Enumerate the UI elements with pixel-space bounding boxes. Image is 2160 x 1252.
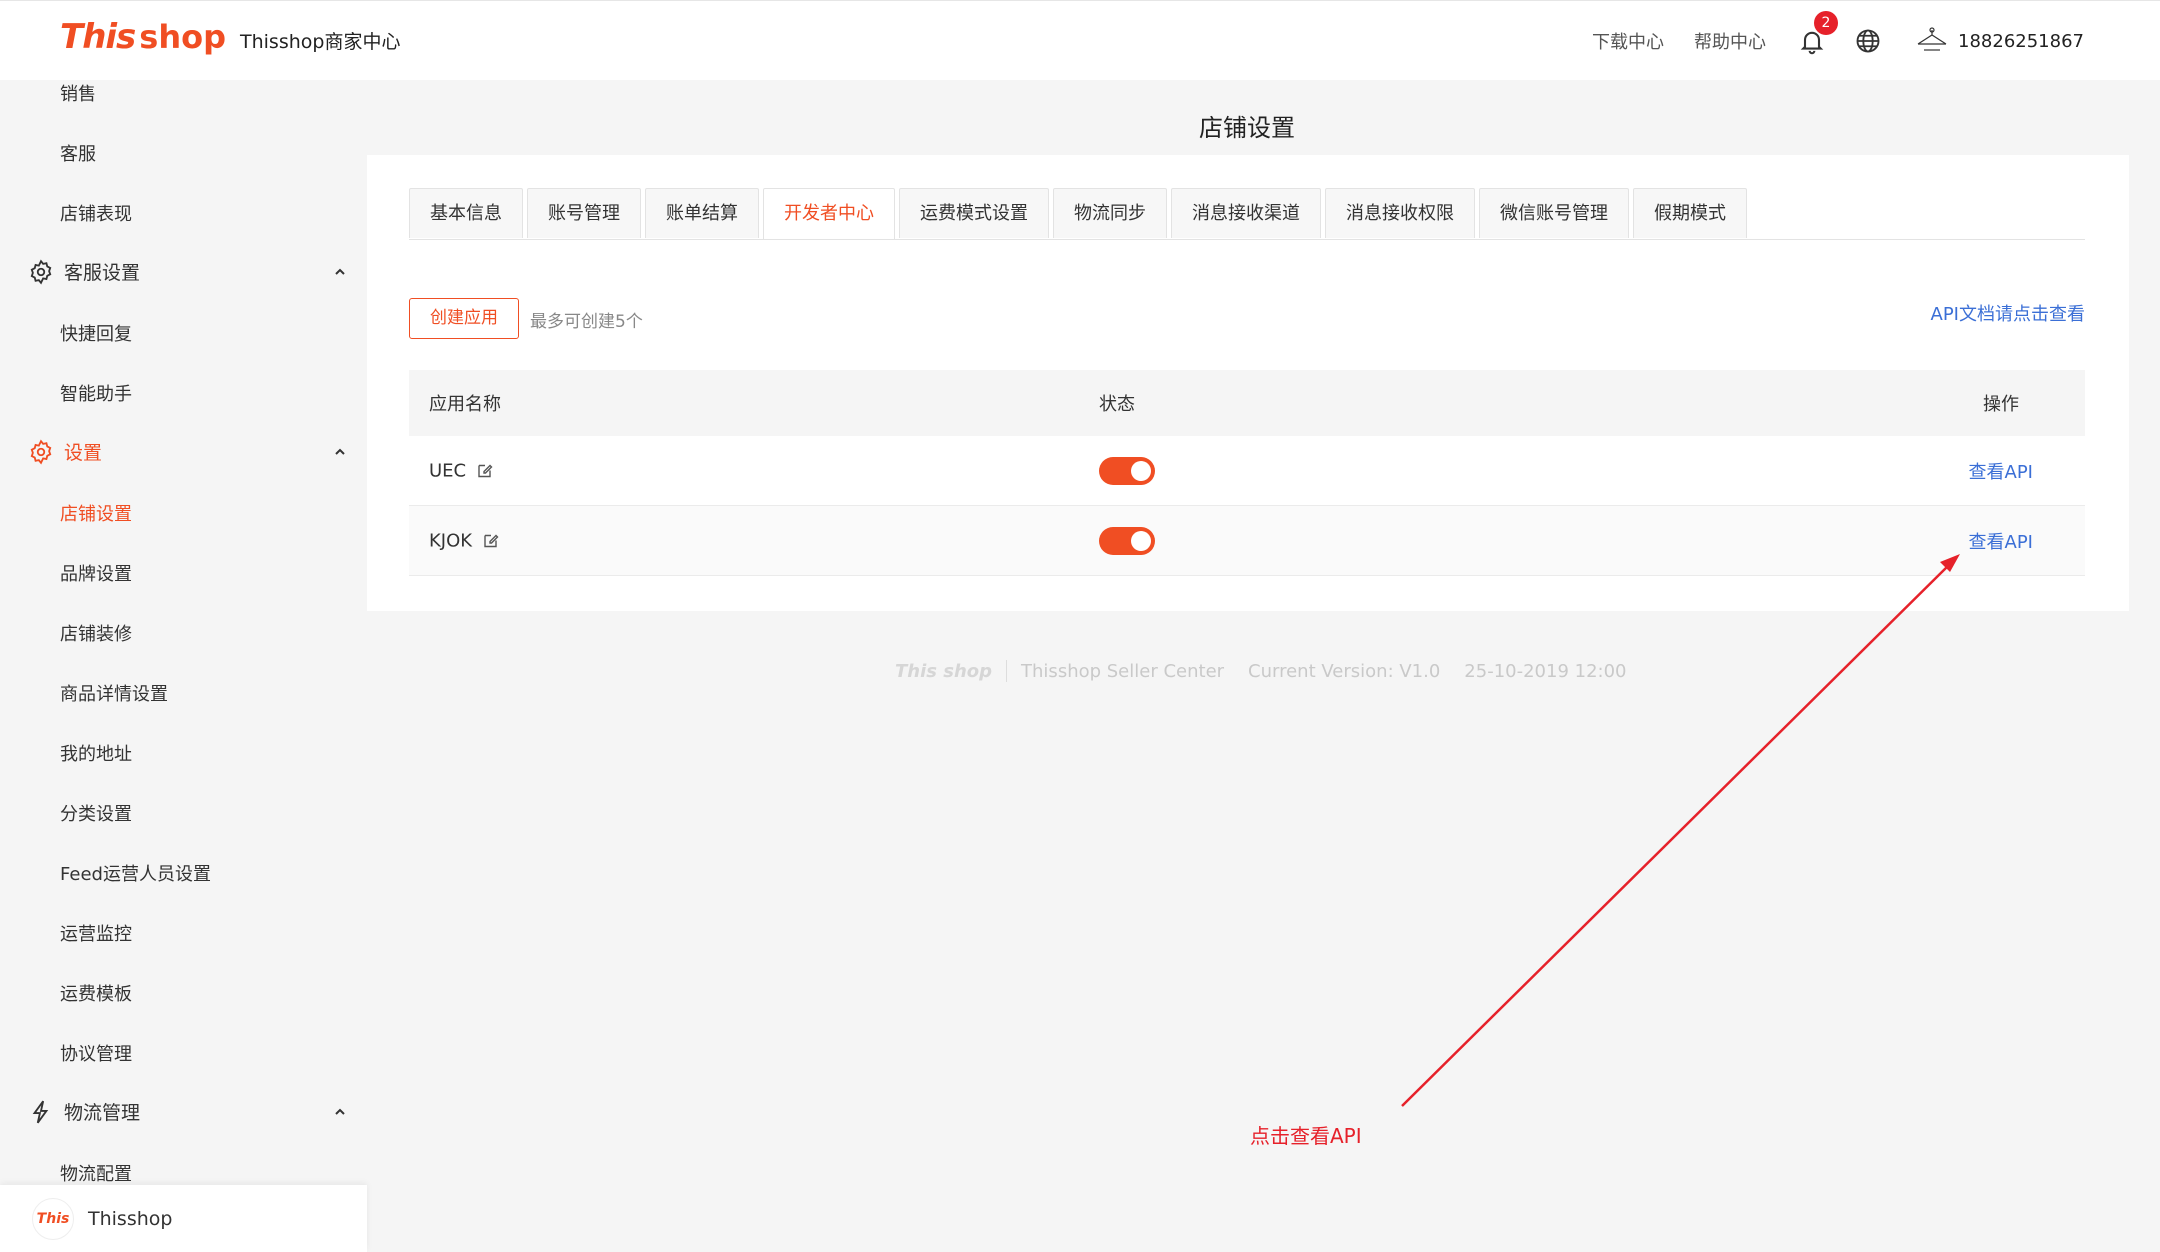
footer-version: Current Version: V1.0 (1248, 660, 1441, 682)
apps-table: 应用名称 状态 操作 UEC 查看API KJOK 查看API (409, 370, 2085, 576)
view-api-link-text[interactable]: 查看API (1969, 532, 2033, 553)
tab-account-management[interactable]: 账号管理 (527, 188, 641, 238)
table-row: KJOK 查看API (409, 506, 2085, 576)
sidebar-item-product-detail-settings[interactable]: 商品详情设置 (60, 680, 168, 706)
sidebar-group-label: 物流管理 (64, 1102, 141, 1124)
brand-title: Thisshop商家中心 (240, 31, 401, 53)
top-header: This shop Thisshop商家中心 下载中心 帮助中心 2 18826… (0, 0, 2160, 80)
app-name-cell: UEC (429, 460, 494, 481)
help-center-link[interactable]: 帮助中心 (1694, 28, 1766, 54)
notification-bell-icon[interactable]: 2 (1798, 11, 1839, 55)
sidebar-item-customer-service[interactable]: 客服 (60, 140, 96, 166)
edit-icon[interactable] (476, 462, 494, 480)
status-cell (1099, 526, 1155, 555)
store-avatar-icon (1917, 27, 1947, 51)
create-app-button[interactable]: 创建应用 (409, 298, 519, 339)
sidebar-store-switcher[interactable]: This Thisshop (0, 1185, 367, 1252)
tab-developer-center[interactable]: 开发者中心 (763, 188, 895, 240)
view-api-link-text[interactable]: 查看API (1969, 462, 2033, 483)
store-logo: This (32, 1197, 74, 1240)
store-logo-text: This (36, 1210, 70, 1227)
tab-basic-info[interactable]: 基本信息 (409, 188, 523, 238)
app-name: KJOK (429, 530, 473, 551)
username: 18826251867 (1958, 30, 2084, 52)
view-api-link[interactable]: 查看API (1969, 528, 2033, 554)
tab-shipping-mode-settings[interactable]: 运费模式设置 (899, 188, 1049, 238)
app-name: UEC (429, 460, 467, 481)
tab-vacation-mode[interactable]: 假期模式 (1633, 188, 1747, 238)
notification-badge: 2 (1814, 11, 1839, 35)
status-cell (1099, 456, 1155, 485)
gear-icon (30, 258, 52, 285)
annotation-text: 点击查看API (1250, 1124, 1362, 1148)
footer-logo: This shop (895, 660, 993, 682)
sidebar-item-brand-settings[interactable]: 品牌设置 (60, 560, 132, 586)
sidebar-item-logistics-config[interactable]: 物流配置 (60, 1160, 132, 1186)
sidebar-item-my-address[interactable]: 我的地址 (60, 740, 132, 766)
footer-date: 25-10-2019 12:00 (1464, 660, 1627, 682)
header-app-name: 应用名称 (429, 394, 501, 415)
table-row: UEC 查看API (409, 436, 2085, 506)
logo-this-text: This (60, 17, 136, 57)
logo-shop-text: shop (139, 18, 227, 56)
sidebar-item-quick-reply[interactable]: 快捷回复 (60, 320, 132, 346)
header-actions: 下载中心 帮助中心 2 18826251867 (1562, 1, 2084, 81)
chevron-up-icon (335, 1108, 345, 1115)
sidebar-item-sales[interactable]: 销售 (60, 80, 96, 106)
sidebar-group-settings[interactable]: 设置 (28, 438, 348, 465)
tab-wechat-account[interactable]: 微信账号管理 (1479, 188, 1629, 238)
sidebar-item-store-performance[interactable]: 店铺表现 (60, 200, 132, 226)
tab-logistics-sync[interactable]: 物流同步 (1053, 188, 1167, 238)
download-center-link[interactable]: 下载中心 (1592, 28, 1664, 54)
status-toggle[interactable] (1099, 526, 1155, 555)
sidebar-item-feed-operator-settings[interactable]: Feed运营人员设置 (60, 860, 211, 886)
developer-center-panel: 基本信息 账号管理 账单结算 开发者中心 运费模式设置 物流同步 消息接收渠道 … (367, 155, 2129, 611)
footer-product: Thisshop Seller Center (1021, 660, 1225, 682)
sidebar-item-category-settings[interactable]: 分类设置 (60, 800, 132, 826)
tabs-divider (409, 239, 2085, 240)
api-doc-link[interactable]: API文档请点击查看 (1931, 300, 2085, 326)
sidebar-group-label: 设置 (64, 442, 103, 464)
sidebar-item-smart-assistant[interactable]: 智能助手 (60, 380, 132, 406)
tab-billing-settlement[interactable]: 账单结算 (645, 188, 759, 238)
footer-separator (1006, 660, 1008, 682)
sidebar-group-logistics[interactable]: 物流管理 (28, 1098, 348, 1125)
sidebar-group-label: 客服设置 (64, 262, 141, 284)
sidebar-item-agreement-management[interactable]: 协议管理 (60, 1040, 132, 1066)
sidebar: 销售 客服 店铺表现 客服设置 快捷回复 智能助手 设置 店铺设置 品牌设置 店… (0, 80, 367, 1252)
app-name-cell: KJOK (429, 530, 500, 551)
sidebar-item-operation-monitoring[interactable]: 运营监控 (60, 920, 132, 946)
chevron-up-icon (335, 268, 345, 275)
user-menu[interactable]: 18826251867 (1912, 26, 2084, 56)
gear-icon (30, 438, 52, 465)
lightning-icon (32, 1100, 49, 1123)
edit-icon[interactable] (482, 532, 500, 550)
tab-message-channels[interactable]: 消息接收渠道 (1171, 188, 1321, 238)
tab-message-permissions[interactable]: 消息接收权限 (1325, 188, 1475, 238)
page-title: 店铺设置 (1199, 114, 1295, 142)
sidebar-group-customer-service-settings[interactable]: 客服设置 (28, 258, 348, 285)
sidebar-item-store-settings[interactable]: 店铺设置 (60, 500, 132, 526)
page-footer: This shop Thisshop Seller Center Current… (895, 660, 1651, 682)
header-action: 操作 (1983, 394, 2019, 415)
thisshop-logo[interactable]: This shop (60, 17, 226, 57)
status-toggle[interactable] (1099, 456, 1155, 485)
view-api-link[interactable]: 查看API (1969, 458, 2033, 484)
table-header: 应用名称 状态 操作 (409, 370, 2085, 436)
header-status: 状态 (1099, 394, 1135, 415)
settings-tabs: 基本信息 账号管理 账单结算 开发者中心 运费模式设置 物流同步 消息接收渠道 … (409, 188, 1751, 240)
create-app-hint: 最多可创建5个 (530, 312, 643, 332)
language-globe-icon[interactable] (1854, 27, 1882, 55)
sidebar-item-store-decoration[interactable]: 店铺装修 (60, 620, 132, 646)
chevron-up-icon (335, 448, 345, 455)
sidebar-item-shipping-template[interactable]: 运费模板 (60, 980, 132, 1006)
store-name: Thisshop (88, 1207, 173, 1230)
